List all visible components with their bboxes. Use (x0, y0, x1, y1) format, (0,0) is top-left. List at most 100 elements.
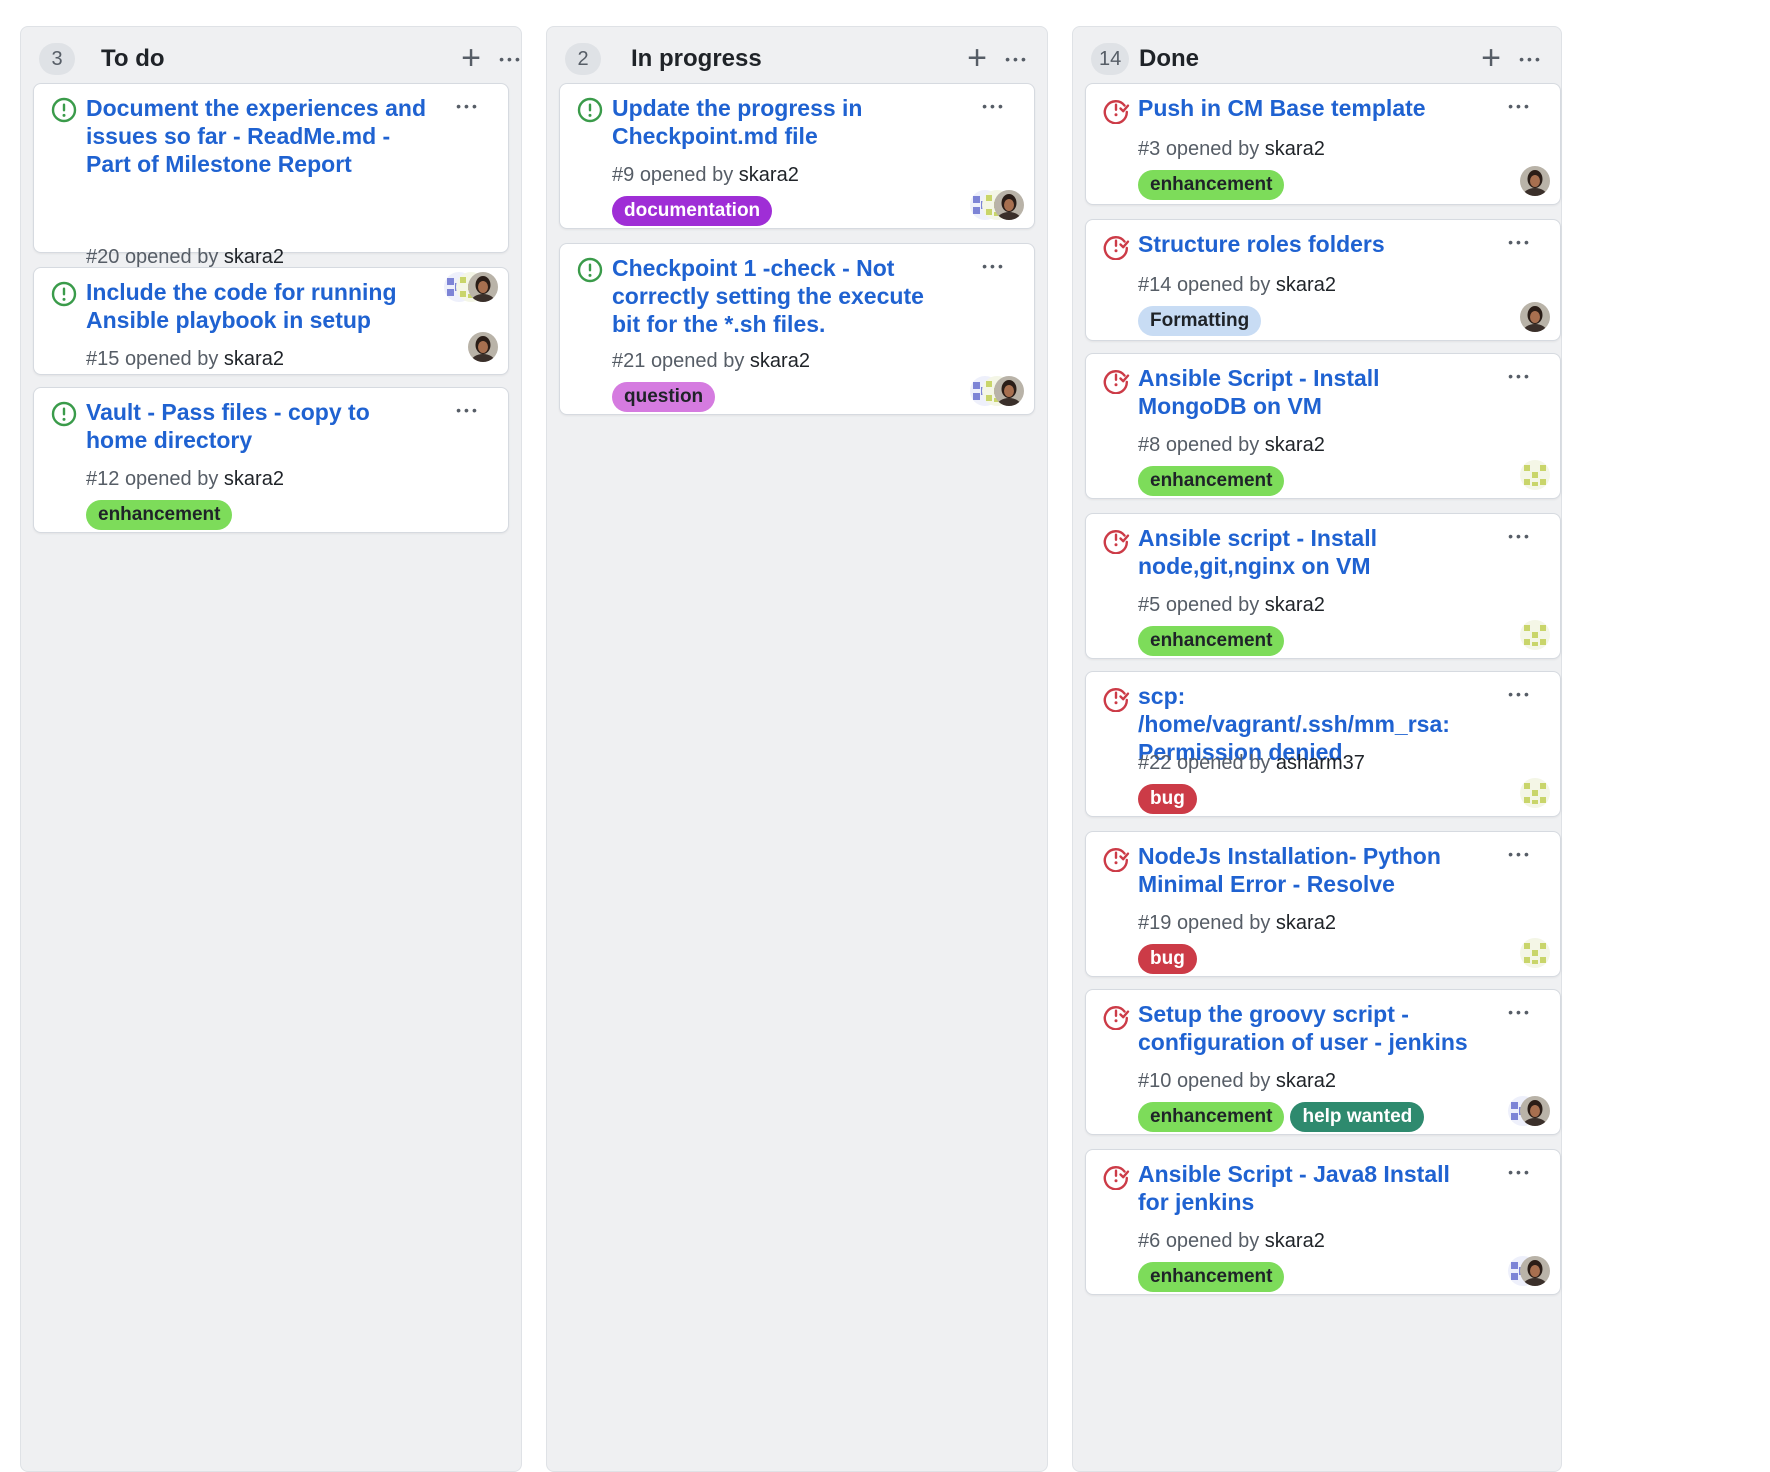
column-count-badge: 3 (39, 43, 75, 75)
photo-avatar[interactable] (468, 332, 498, 362)
issue-card[interactable]: Update the progress in Checkpoint.md fil… (559, 83, 1035, 229)
label-enhancement[interactable]: enhancement (86, 500, 233, 530)
issue-author-link[interactable]: skara2 (1265, 1230, 1325, 1252)
card-menu-icon[interactable]: ••• (1502, 682, 1538, 706)
photo-avatar[interactable] (1520, 1096, 1550, 1126)
issue-title-link[interactable]: Document the experiences and issues so f… (86, 94, 430, 178)
issue-title-link[interactable]: Checkpoint 1 -check - Not correctly sett… (612, 254, 956, 338)
issue-title-link[interactable]: Ansible script - Install node,git,nginx … (1138, 524, 1482, 580)
photo-avatar[interactable] (1520, 166, 1550, 196)
issue-author-link[interactable]: skara2 (1276, 912, 1336, 934)
issue-author-link[interactable]: asharm37 (1276, 752, 1365, 774)
issue-title-link[interactable]: Ansible Script - Java8 Install for jenki… (1138, 1160, 1482, 1216)
assignee-avatars (1508, 1096, 1550, 1128)
assignee-avatars (970, 376, 1024, 408)
issue-open-icon (576, 96, 604, 124)
column-count-badge: 14 (1091, 43, 1130, 75)
issue-author-link[interactable]: skara2 (1276, 1070, 1336, 1092)
photo-avatar[interactable] (994, 376, 1024, 406)
card-menu-icon[interactable]: ••• (1502, 94, 1538, 118)
issue-meta: #19 opened by skara2 (1138, 910, 1336, 936)
issue-card[interactable]: Structure roles folders ••• #14 opened by … (1085, 219, 1561, 341)
photo-avatar[interactable] (1520, 1256, 1550, 1286)
issue-meta: #8 opened by skara2 (1138, 432, 1325, 458)
column-menu-icon[interactable]: ••• (1513, 41, 1549, 77)
issue-title-link[interactable]: Include the code for running Ansible pla… (86, 278, 430, 334)
card-menu-icon[interactable]: ••• (1502, 1000, 1538, 1024)
photo-avatar[interactable] (994, 190, 1024, 220)
label-documentation[interactable]: documentation (612, 196, 773, 226)
issue-card[interactable]: Include the code for running Ansible pla… (33, 267, 509, 375)
issue-card[interactable]: NodeJs Installation- Python Minimal Erro… (1085, 831, 1561, 977)
card-menu-icon[interactable]: ••• (976, 94, 1012, 118)
issue-card[interactable]: Push in CM Base template ••• #3 opened by … (1085, 83, 1561, 205)
issue-card[interactable]: Checkpoint 1 -check - Not correctly sett… (559, 243, 1035, 415)
issue-card[interactable]: Document the experiences and issues so f… (33, 83, 509, 308)
label-formatting[interactable]: Formatting (1138, 306, 1262, 336)
card-menu-icon[interactable]: ••• (1502, 230, 1538, 254)
add-card-icon[interactable]: + (1473, 41, 1509, 77)
card-menu-icon[interactable]: ••• (1502, 524, 1538, 548)
column-menu-icon[interactable]: ••• (493, 41, 529, 77)
issue-card[interactable]: Ansible Script - Java8 Install for jenki… (1085, 1149, 1561, 1295)
issue-author-link[interactable]: skara2 (750, 350, 810, 372)
issue-closed-icon (1102, 684, 1130, 713)
label-list: bug (1138, 944, 1203, 976)
issue-card[interactable]: scp: /home/vagrant/.ssh/mm_rsa: Permissi… (1085, 671, 1561, 817)
label-question[interactable]: question (612, 382, 716, 412)
issue-card[interactable]: Ansible script - Install node,git,nginx … (1085, 513, 1561, 659)
label-enhancement[interactable]: enhancement (1138, 626, 1285, 656)
issue-author-link[interactable]: skara2 (224, 246, 284, 268)
issue-card[interactable]: Setup the groovy script - configuration … (1085, 989, 1561, 1135)
issue-meta: #6 opened by skara2 (1138, 1228, 1325, 1254)
opened-by-text: opened by (1176, 274, 1271, 296)
issue-author-link[interactable]: skara2 (1276, 274, 1336, 296)
assignee-avatars (444, 272, 498, 304)
issue-author-link[interactable]: skara2 (1265, 434, 1325, 456)
card-menu-icon[interactable]: ••• (1502, 842, 1538, 866)
issue-title-link[interactable]: Setup the groovy script - configuration … (1138, 1000, 1482, 1056)
card-menu-icon[interactable]: ••• (450, 94, 486, 118)
column-menu-icon[interactable]: ••• (999, 41, 1035, 77)
label-enhancement[interactable]: enhancement (1138, 170, 1285, 200)
issue-card[interactable]: Ansible Script - Install MongoDB on VM ••… (1085, 353, 1561, 499)
issue-author-link[interactable]: skara2 (224, 348, 284, 370)
issue-number: #19 (1138, 912, 1172, 934)
issue-card[interactable]: Vault - Pass files - copy to home direct… (33, 387, 509, 533)
photo-avatar[interactable] (1520, 302, 1550, 332)
issue-title-link[interactable]: Update the progress in Checkpoint.md fil… (612, 94, 956, 150)
label-bug[interactable]: bug (1138, 784, 1197, 814)
pixel-avatar-yellow[interactable] (1520, 620, 1550, 650)
label-bug[interactable]: bug (1138, 944, 1197, 974)
issue-title-link[interactable]: Push in CM Base template (1138, 94, 1482, 122)
opened-by-text: opened by (1176, 1070, 1271, 1092)
add-card-icon[interactable]: + (453, 41, 489, 77)
label-help-wanted[interactable]: help wanted (1290, 1102, 1425, 1132)
issue-title-link[interactable]: NodeJs Installation- Python Minimal Erro… (1138, 842, 1482, 898)
issue-title-link[interactable]: Structure roles folders (1138, 230, 1482, 258)
issue-author-link[interactable]: skara2 (1265, 594, 1325, 616)
issue-title-link[interactable]: Ansible Script - Install MongoDB on VM (1138, 364, 1482, 420)
issue-meta: #3 opened by skara2 (1138, 136, 1325, 162)
issue-title-link[interactable]: Vault - Pass files - copy to home direct… (86, 398, 430, 454)
label-enhancement[interactable]: enhancement (1138, 466, 1285, 496)
opened-by-text: opened by (124, 348, 219, 370)
pixel-avatar-yellow[interactable] (1520, 938, 1550, 968)
card-menu-icon[interactable]: ••• (1502, 1160, 1538, 1184)
label-enhancement[interactable]: enhancement (1138, 1262, 1285, 1292)
issue-meta: #10 opened by skara2 (1138, 1068, 1336, 1094)
column-title: Done (1139, 45, 1199, 72)
issue-author-link[interactable]: skara2 (1265, 138, 1325, 160)
opened-by-text: opened by (1165, 434, 1260, 456)
pixel-avatar-yellow[interactable] (1520, 460, 1550, 490)
label-list: enhancement (1138, 1262, 1290, 1294)
card-menu-icon[interactable]: ••• (1502, 364, 1538, 388)
label-enhancement[interactable]: enhancement (1138, 1102, 1285, 1132)
issue-author-link[interactable]: skara2 (739, 164, 799, 186)
card-menu-icon[interactable]: ••• (450, 398, 486, 422)
photo-avatar[interactable] (468, 272, 498, 302)
card-menu-icon[interactable]: ••• (976, 254, 1012, 278)
add-card-icon[interactable]: + (959, 41, 995, 77)
issue-author-link[interactable]: skara2 (224, 468, 284, 490)
pixel-avatar-yellow[interactable] (1520, 778, 1550, 808)
